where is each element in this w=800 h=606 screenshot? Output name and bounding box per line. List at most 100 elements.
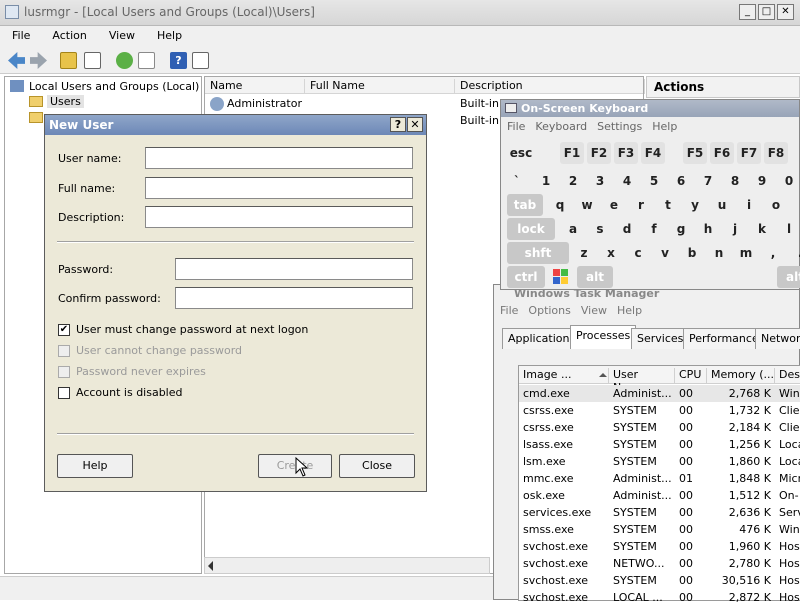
user-name-field[interactable] bbox=[145, 147, 413, 169]
tm-menu-view[interactable]: View bbox=[575, 302, 611, 317]
show-hide-tree-icon[interactable] bbox=[84, 52, 101, 69]
forward-arrow-icon[interactable] bbox=[30, 52, 47, 69]
description-field[interactable] bbox=[145, 206, 413, 228]
key-n[interactable]: n bbox=[707, 242, 731, 264]
key-k[interactable]: k bbox=[750, 218, 774, 240]
tab-services[interactable]: Services bbox=[631, 328, 690, 349]
osk-menu-file[interactable]: File bbox=[501, 117, 529, 133]
process-row[interactable]: lsass.exe SYSTEM 00 1,256 K Loca bbox=[519, 436, 800, 453]
process-row[interactable]: svchost.exe SYSTEM 00 30,516 K Hos bbox=[519, 572, 800, 589]
key-8[interactable]: 8 bbox=[723, 170, 747, 192]
key-o[interactable]: o bbox=[764, 194, 788, 216]
context-help-button[interactable]: ? bbox=[390, 117, 406, 132]
key-1[interactable]: 1 bbox=[534, 170, 558, 192]
key-f6[interactable]: F6 bbox=[710, 142, 734, 164]
up-folder-icon[interactable] bbox=[60, 52, 77, 69]
column-image-name[interactable]: Image ... bbox=[519, 368, 609, 383]
menu-help[interactable]: Help bbox=[145, 26, 192, 42]
process-row[interactable]: svchost.exe SYSTEM 00 1,960 K Hos bbox=[519, 538, 800, 555]
key-y[interactable]: y bbox=[683, 194, 707, 216]
process-row[interactable]: csrss.exe SYSTEM 00 2,184 K Clie bbox=[519, 419, 800, 436]
key-6[interactable]: 6 bbox=[669, 170, 693, 192]
key-9[interactable]: 9 bbox=[750, 170, 774, 192]
checkbox-must-change-password[interactable]: ✔ bbox=[58, 324, 70, 336]
key-g[interactable]: g bbox=[669, 218, 693, 240]
help-icon[interactable]: ? bbox=[170, 52, 187, 69]
back-arrow-icon[interactable] bbox=[8, 52, 25, 69]
key-f2[interactable]: F2 bbox=[587, 142, 611, 164]
key-tab[interactable]: tab bbox=[507, 194, 543, 216]
process-row[interactable]: osk.exe Administ... 00 1,512 K On- bbox=[519, 487, 800, 504]
key-lock[interactable]: lock bbox=[507, 218, 555, 240]
process-row[interactable]: lsm.exe SYSTEM 00 1,860 K Loca bbox=[519, 453, 800, 470]
checkbox-cannot-change-password[interactable] bbox=[58, 345, 70, 357]
key-s[interactable]: s bbox=[588, 218, 612, 240]
key-c[interactable]: c bbox=[626, 242, 650, 264]
dialog-close-button[interactable]: ✕ bbox=[407, 117, 423, 132]
scroll-left-icon[interactable] bbox=[208, 561, 213, 571]
column-full-name[interactable]: Full Name bbox=[305, 79, 455, 94]
key-f3[interactable]: F3 bbox=[614, 142, 638, 164]
key-f8[interactable]: F8 bbox=[764, 142, 788, 164]
process-row[interactable]: csrss.exe SYSTEM 00 1,732 K Clie bbox=[519, 402, 800, 419]
windows-logo-key[interactable] bbox=[549, 266, 573, 288]
key-2[interactable]: 2 bbox=[561, 170, 585, 192]
key-j[interactable]: j bbox=[723, 218, 747, 240]
list-row-name[interactable]: Administrator bbox=[227, 97, 302, 110]
refresh-icon[interactable] bbox=[116, 52, 133, 69]
osk-menu-help[interactable]: Help bbox=[646, 117, 681, 133]
account-disabled-label[interactable]: Account is disabled bbox=[76, 386, 183, 399]
key-w[interactable]: w bbox=[575, 194, 599, 216]
column-memory[interactable]: Memory (... bbox=[707, 368, 775, 383]
column-description[interactable]: Description bbox=[455, 79, 645, 94]
key-0[interactable]: 0 bbox=[777, 170, 800, 192]
key-f5[interactable]: F5 bbox=[683, 142, 707, 164]
tm-menu-options[interactable]: Options bbox=[522, 302, 574, 317]
osk-menu-keyboard[interactable]: Keyboard bbox=[529, 117, 591, 133]
full-name-field[interactable] bbox=[145, 177, 413, 199]
password-field[interactable] bbox=[175, 258, 413, 280]
process-row[interactable]: mmc.exe Administ... 01 1,848 K Micr bbox=[519, 470, 800, 487]
main-title-bar[interactable]: lusrmgr - [Local Users and Groups (Local… bbox=[0, 0, 800, 26]
key-z[interactable]: z bbox=[572, 242, 596, 264]
key-l[interactable]: l bbox=[777, 218, 800, 240]
close-dialog-button[interactable]: Close bbox=[339, 454, 415, 478]
tm-menu-help[interactable]: Help bbox=[611, 302, 646, 317]
tree-item-users[interactable]: Users bbox=[47, 95, 84, 108]
tm-menu-file[interactable]: File bbox=[494, 302, 522, 317]
process-row[interactable]: svchost.exe NETWO... 00 2,780 K Hos bbox=[519, 555, 800, 572]
osk-menu-settings[interactable]: Settings bbox=[591, 117, 646, 133]
column-cpu[interactable]: CPU bbox=[675, 368, 707, 383]
properties-icon[interactable] bbox=[192, 52, 209, 69]
key-v[interactable]: v bbox=[653, 242, 677, 264]
tree-root[interactable]: Local Users and Groups (Local) bbox=[29, 80, 199, 93]
key-f4[interactable]: F4 bbox=[641, 142, 665, 164]
tab-processes[interactable]: Processes bbox=[570, 325, 637, 349]
key-r[interactable]: r bbox=[629, 194, 653, 216]
osk-title-bar[interactable]: On-Screen Keyboard bbox=[501, 100, 799, 117]
column-user-name[interactable]: User Name bbox=[609, 368, 675, 394]
key-7[interactable]: 7 bbox=[696, 170, 720, 192]
key-d[interactable]: d bbox=[615, 218, 639, 240]
key-i[interactable]: i bbox=[737, 194, 761, 216]
key-f[interactable]: f bbox=[642, 218, 666, 240]
key-5[interactable]: 5 bbox=[642, 170, 666, 192]
key-period[interactable]: . bbox=[788, 242, 800, 264]
tab-networking[interactable]: Network bbox=[755, 328, 800, 349]
process-row[interactable]: smss.exe SYSTEM 00 476 K Win bbox=[519, 521, 800, 538]
key-h[interactable]: h bbox=[696, 218, 720, 240]
key-3[interactable]: 3 bbox=[588, 170, 612, 192]
key-f7[interactable]: F7 bbox=[737, 142, 761, 164]
key-u[interactable]: u bbox=[710, 194, 734, 216]
maximize-button[interactable]: □ bbox=[758, 4, 775, 20]
key-alt[interactable]: alt bbox=[777, 266, 800, 288]
key-4[interactable]: 4 bbox=[615, 170, 639, 192]
key-backtick[interactable]: ` bbox=[507, 170, 527, 192]
dialog-title-bar[interactable]: New User ? ✕ bbox=[45, 115, 426, 135]
checkbox-account-disabled[interactable] bbox=[58, 387, 70, 399]
key-a[interactable]: a bbox=[561, 218, 585, 240]
key-e[interactable]: e bbox=[602, 194, 626, 216]
key-ctrl[interactable]: ctrl bbox=[507, 266, 545, 288]
key-esc[interactable]: esc bbox=[507, 142, 535, 164]
menu-action[interactable]: Action bbox=[40, 26, 96, 42]
